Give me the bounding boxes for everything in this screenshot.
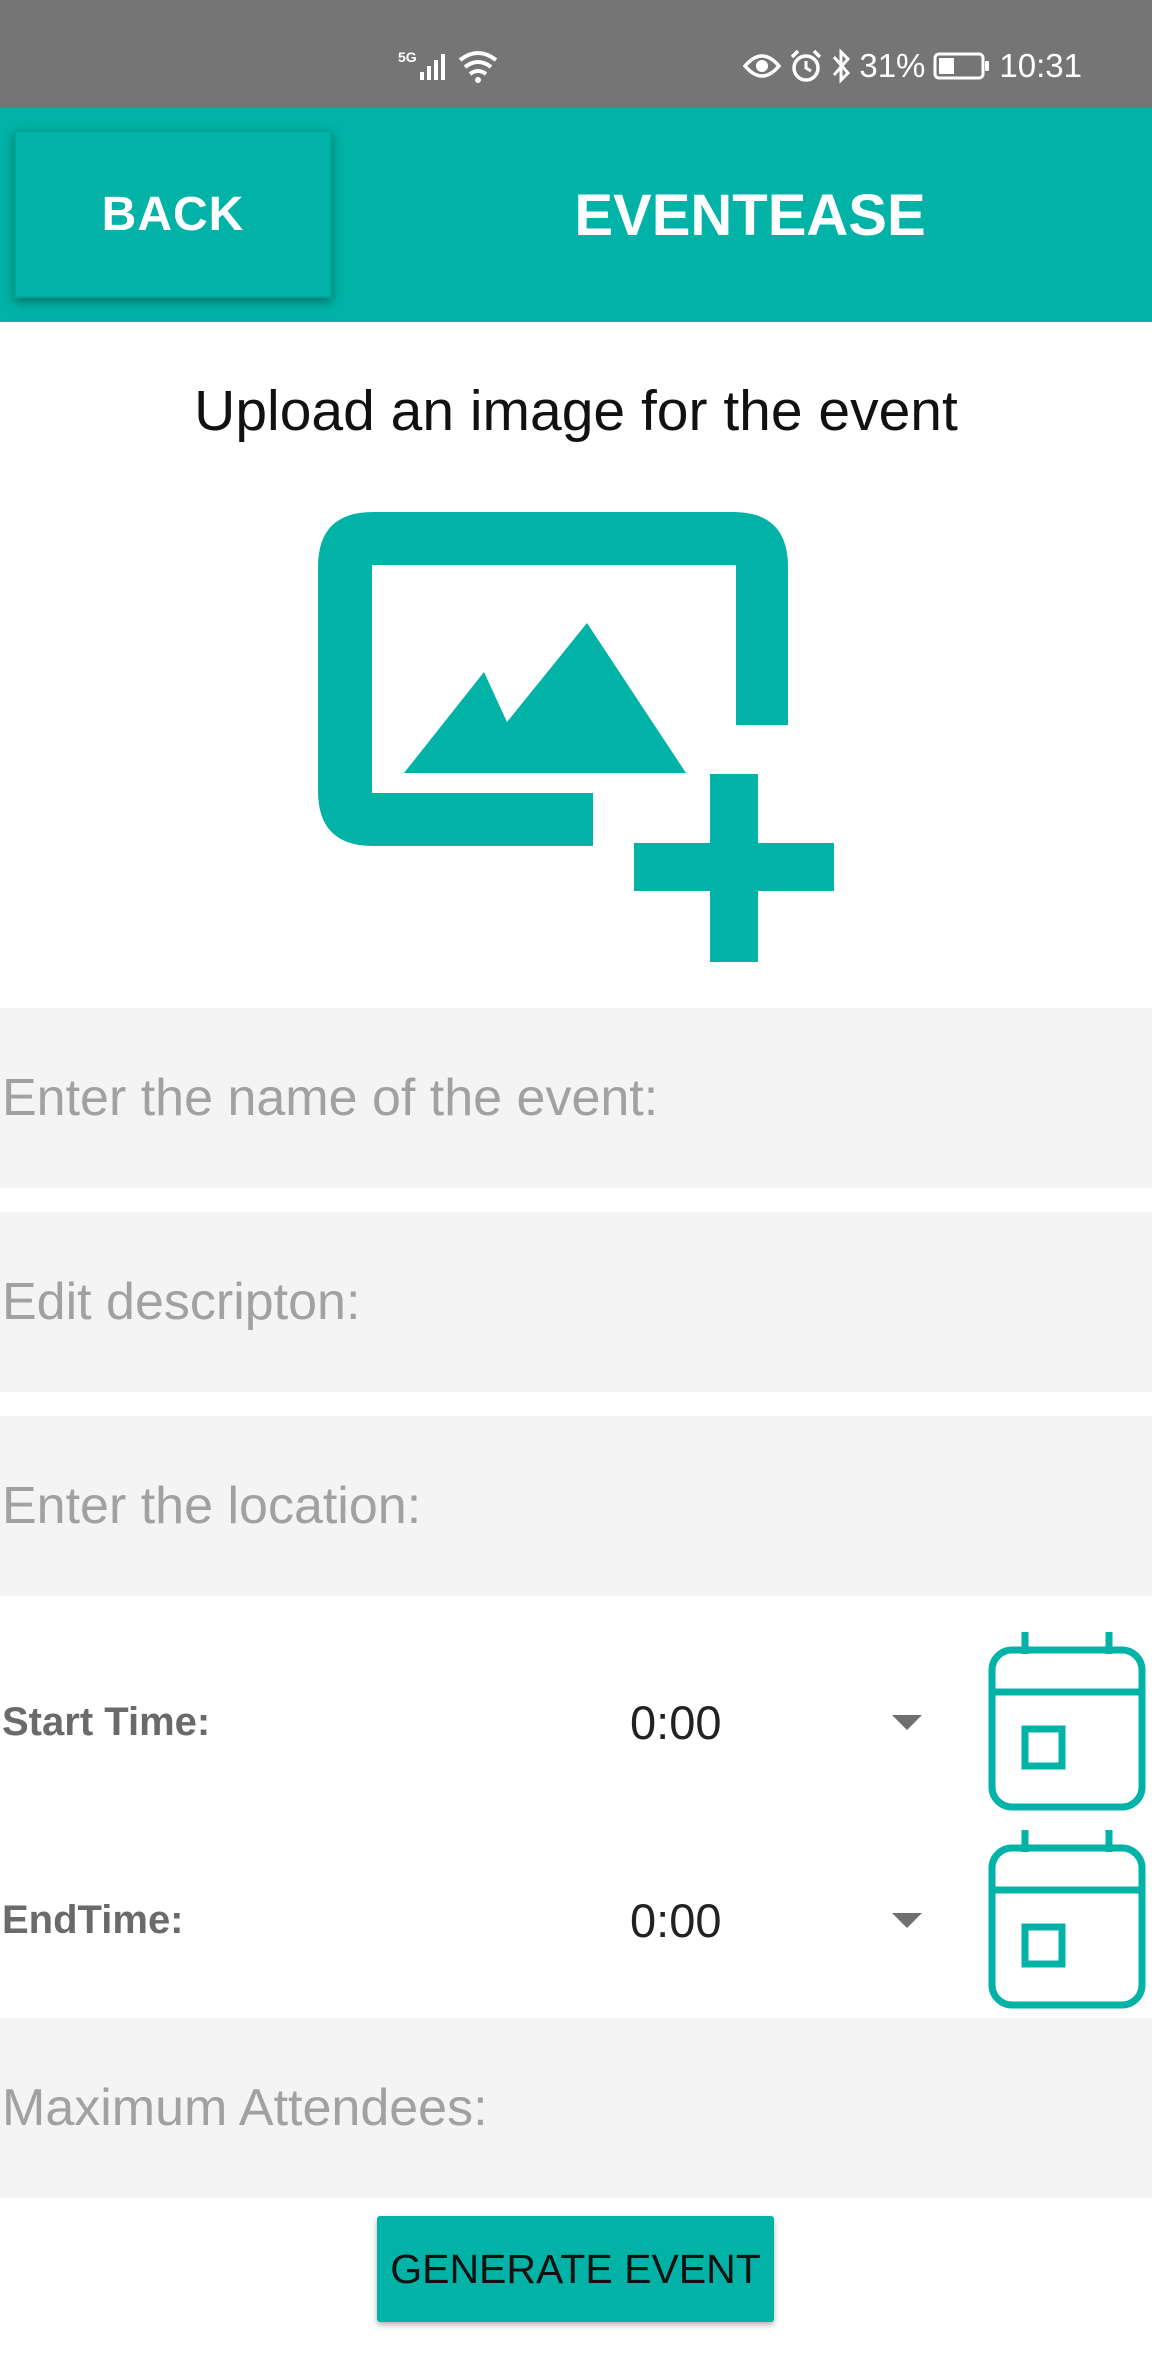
app-bar: BACK EVENTEASE xyxy=(0,108,1152,322)
battery-percent: 31% xyxy=(859,47,926,84)
add-photo-icon[interactable] xyxy=(318,512,834,962)
battery-icon xyxy=(933,52,990,80)
end-calendar-button[interactable] xyxy=(982,1825,1152,2015)
end-time-dropdown[interactable]: 0:00 xyxy=(630,1860,940,1980)
end-time-value: 0:00 xyxy=(630,1893,722,1947)
calendar-icon xyxy=(988,1830,1146,2009)
start-time-row: Start Time: 0:00 xyxy=(0,1627,1152,1817)
status-bar: 5G 31% 10:31 xyxy=(0,0,1152,108)
location-input[interactable] xyxy=(0,1416,1152,1596)
end-time-row: EndTime: 0:00 xyxy=(0,1825,1152,2015)
eye-icon xyxy=(743,54,782,78)
max-attendees-input[interactable] xyxy=(0,2018,1152,2198)
status-right-group: 31% 10:31 xyxy=(743,44,1082,88)
end-time-label: EndTime: xyxy=(2,1898,184,1942)
dropdown-arrow-icon xyxy=(892,1912,922,1928)
start-time-dropdown[interactable]: 0:00 xyxy=(630,1662,940,1782)
start-time-label: Start Time: xyxy=(2,1700,211,1744)
description-input[interactable] xyxy=(0,1212,1152,1392)
status-time: 10:31 xyxy=(999,47,1082,84)
app-title: EVENTEASE xyxy=(574,183,926,248)
calendar-icon xyxy=(988,1632,1146,1811)
network-type-label: 5G xyxy=(398,49,417,65)
bluetooth-icon xyxy=(833,48,851,84)
event-name-input[interactable] xyxy=(0,1008,1152,1188)
upload-heading: Upload an image for the event xyxy=(194,379,958,443)
generate-event-button[interactable]: GENERATE EVENT xyxy=(377,2216,774,2322)
alarm-icon xyxy=(791,49,822,82)
dropdown-arrow-icon xyxy=(892,1714,922,1730)
back-button[interactable]: BACK xyxy=(14,130,332,298)
signal-wifi-icons: 5G xyxy=(398,49,498,83)
start-calendar-button[interactable] xyxy=(982,1627,1152,1817)
start-time-value: 0:00 xyxy=(630,1695,722,1749)
